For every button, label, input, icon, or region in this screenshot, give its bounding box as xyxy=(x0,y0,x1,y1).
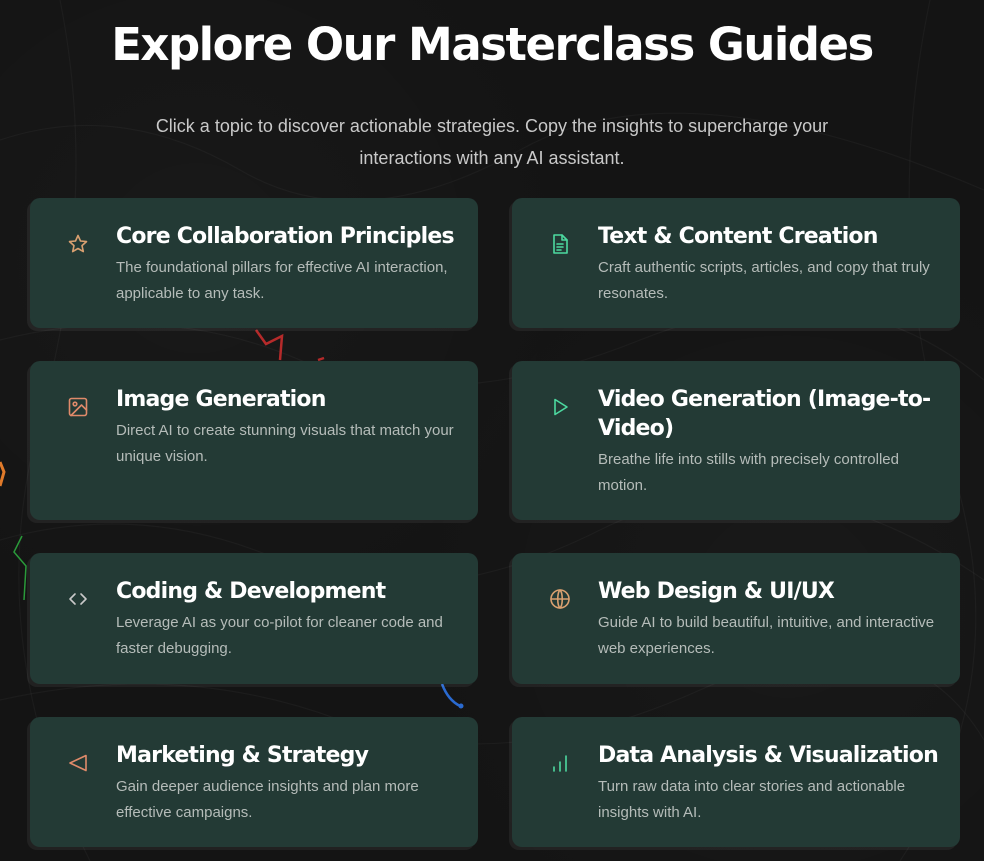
play-icon xyxy=(548,395,572,419)
card-title: Image Generation xyxy=(116,387,326,412)
card-description: Craft authentic scripts, articles, and c… xyxy=(598,259,930,302)
card-title: Core Collaboration Principles xyxy=(116,224,455,249)
bar-chart-icon xyxy=(548,751,572,775)
card-title: Data Analysis & Visualization xyxy=(598,743,939,768)
guide-card-web-design[interactable]: Web Design & UI/UX Guide AI to build bea… xyxy=(512,553,960,684)
code-icon xyxy=(66,587,90,611)
globe-icon xyxy=(548,587,572,611)
card-title: Marketing & Strategy xyxy=(116,743,369,768)
card-description: Guide AI to build beautiful, intuitive, … xyxy=(598,614,935,657)
guide-card-marketing[interactable]: Marketing & Strategy Gain deeper audienc… xyxy=(30,717,478,847)
card-description: Breathe life into stills with precisely … xyxy=(598,451,899,494)
megaphone-icon xyxy=(66,751,90,775)
card-description: Leverage AI as your co-pilot for cleaner… xyxy=(116,614,443,657)
guide-card-core-collaboration[interactable]: Core Collaboration Principles The founda… xyxy=(30,198,478,328)
card-title: Text & Content Creation xyxy=(598,224,878,249)
page: Explore Our Masterclass Guides Click a t… xyxy=(0,0,984,861)
guide-card-data-analysis[interactable]: Data Analysis & Visualization Turn raw d… xyxy=(512,717,960,847)
guide-card-video-generation[interactable]: Video Generation (Image-to-Video) Breath… xyxy=(512,361,960,520)
card-title: Coding & Development xyxy=(116,579,386,604)
card-title: Video Generation (Image-to-Video) xyxy=(598,387,931,441)
guide-card-text-content[interactable]: Text & Content Creation Craft authentic … xyxy=(512,198,960,328)
star-icon xyxy=(66,232,90,256)
guide-card-coding[interactable]: Coding & Development Leverage AI as your… xyxy=(30,553,478,684)
page-title: Explore Our Masterclass Guides xyxy=(111,18,874,71)
card-description: Gain deeper audience insights and plan m… xyxy=(116,778,419,821)
document-icon xyxy=(548,232,572,256)
card-description: Direct AI to create stunning visuals tha… xyxy=(116,422,454,465)
card-description: Turn raw data into clear stories and act… xyxy=(598,778,906,821)
image-icon xyxy=(66,395,90,419)
card-title: Web Design & UI/UX xyxy=(598,579,835,604)
guide-card-image-generation[interactable]: Image Generation Direct AI to create stu… xyxy=(30,361,478,520)
card-description: The foundational pillars for effective A… xyxy=(116,259,448,302)
page-subtitle: Click a topic to discover actionable str… xyxy=(155,116,829,168)
